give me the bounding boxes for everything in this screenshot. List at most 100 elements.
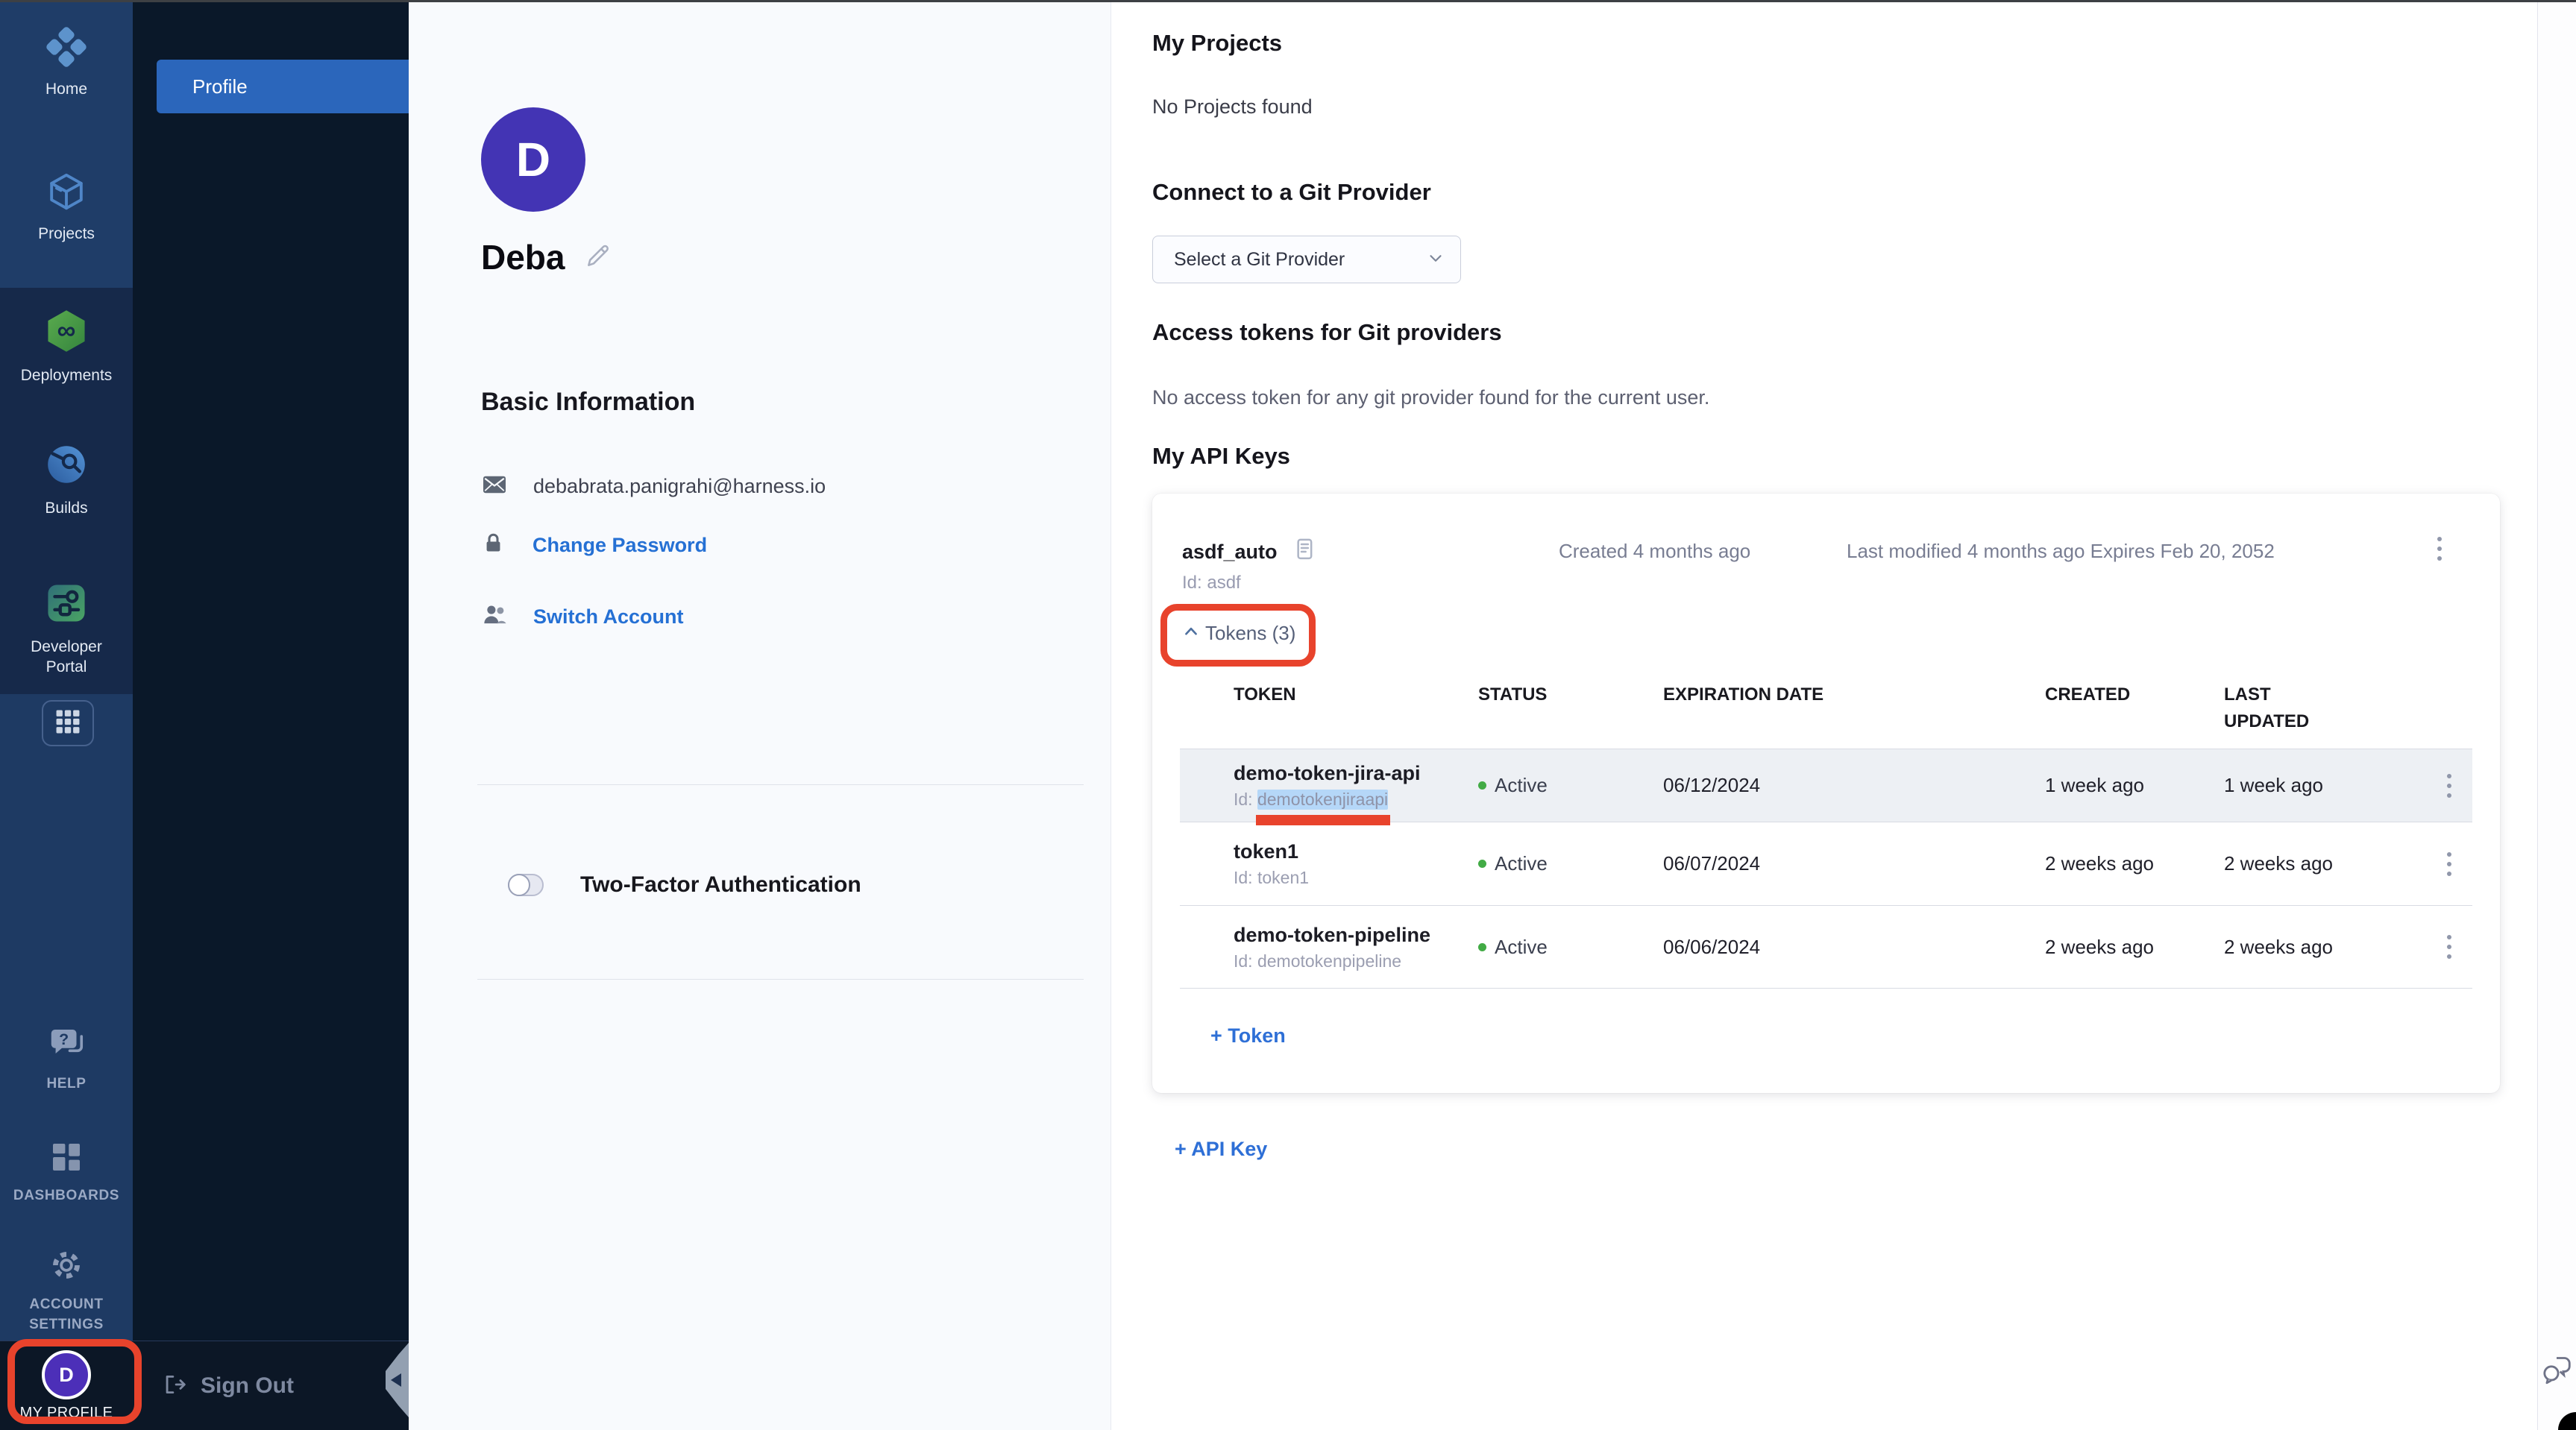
- sign-out-icon: [162, 1372, 187, 1401]
- api-key-created: Created 4 months ago: [1559, 540, 1750, 563]
- token-id-highlighted: demotokenjiraapi: [1257, 790, 1388, 810]
- token-created: 2 weeks ago: [2045, 936, 2224, 959]
- avatar-initial: D: [516, 132, 550, 187]
- svg-text:?: ?: [59, 1030, 69, 1048]
- token-status: Active: [1478, 936, 1663, 959]
- sign-out-button[interactable]: Sign Out: [162, 1341, 294, 1430]
- basic-information-title: Basic Information: [481, 388, 695, 417]
- submenu-item-profile[interactable]: Profile: [157, 60, 409, 113]
- divider: [477, 979, 1084, 980]
- token-status: Active: [1478, 852, 1663, 875]
- col-header-updated: LAST UPDATED: [2224, 681, 2336, 735]
- token-id-prefix: Id:: [1234, 868, 1257, 887]
- switch-account-link[interactable]: Switch Account: [533, 605, 684, 629]
- active-status-dot: [1478, 860, 1486, 868]
- annotation-red-underline: [1256, 815, 1390, 825]
- chevron-left-icon: [391, 1373, 401, 1387]
- token-id-prefix: Id:: [1234, 951, 1257, 971]
- projects-cube-icon: [45, 170, 88, 217]
- profile-submenu-sidebar: Profile: [133, 0, 409, 1341]
- submenu-item-label: Profile: [192, 75, 248, 98]
- sidebar-item-label: Developer Portal: [10, 637, 122, 677]
- api-keys-title: My API Keys: [1152, 443, 1290, 470]
- token-created: 2 weeks ago: [2045, 852, 2224, 875]
- token-row[interactable]: token1 Id: token1 Active 06/07/2024 2 we…: [1180, 822, 2472, 905]
- sidebar-item-label: Projects: [38, 224, 95, 244]
- sidebar-item-label: DASHBOARDS: [13, 1185, 119, 1206]
- support-chat-icon[interactable]: [2540, 1354, 2573, 1390]
- no-access-tokens-text: No access token for any git provider fou…: [1152, 386, 1709, 409]
- sidebar-item-my-profile[interactable]: D MY PROFILE: [0, 1341, 133, 1430]
- token-menu-kebab[interactable]: [2434, 769, 2464, 802]
- col-header-created: CREATED: [2045, 681, 2224, 708]
- git-provider-select[interactable]: Select a Git Provider: [1152, 236, 1461, 283]
- sidebar-item-label: HELP: [46, 1074, 86, 1094]
- harness-profile-page: Home Projects ∞ Deployments: [0, 0, 2576, 1430]
- token-updated: 1 week ago: [2224, 774, 2425, 797]
- token-expiration: 06/06/2024: [1663, 936, 2045, 959]
- sidebar-item-account-settings[interactable]: ACCOUNT SETTINGS: [0, 1247, 133, 1335]
- copy-icon[interactable]: [1289, 535, 1319, 569]
- sidebar-item-label: Builds: [45, 498, 87, 518]
- sidebar-item-developer-portal[interactable]: Developer Portal: [0, 580, 133, 677]
- col-header-status: STATUS: [1478, 681, 1663, 708]
- tokens-table: TOKEN STATUS EXPIRATION DATE CREATED LAS…: [1180, 671, 2472, 989]
- token-id-prefix: Id:: [1234, 790, 1257, 809]
- api-key-name: asdf_auto: [1182, 541, 1278, 564]
- email-icon: [481, 471, 508, 502]
- token-updated: 2 weeks ago: [2224, 852, 2425, 875]
- token-row[interactable]: demo-token-pipeline Id: demotokenpipelin…: [1180, 905, 2472, 989]
- git-provider-title: Connect to a Git Provider: [1152, 179, 1431, 206]
- change-password-link[interactable]: Change Password: [533, 534, 707, 557]
- right-gutter: [2537, 0, 2576, 1430]
- token-name: demo-token-jira-api: [1234, 761, 1478, 786]
- active-status-dot: [1478, 781, 1486, 790]
- caret-up-icon: [1182, 623, 1200, 644]
- sidebar-item-home[interactable]: Home: [0, 25, 133, 99]
- help-chat-icon: ?: [46, 1023, 87, 1067]
- active-status-dot: [1478, 943, 1486, 951]
- token-menu-kebab[interactable]: [2434, 848, 2464, 881]
- api-key-menu-kebab[interactable]: [2425, 532, 2454, 565]
- git-provider-select-value: Select a Git Provider: [1174, 249, 1345, 271]
- home-icon: [45, 25, 88, 72]
- toggle-knob: [508, 874, 530, 896]
- no-projects-text: No Projects found: [1152, 95, 1313, 119]
- my-projects-title: My Projects: [1152, 30, 1282, 57]
- gear-icon: [48, 1247, 85, 1288]
- profile-avatar[interactable]: D: [481, 107, 585, 212]
- two-factor-toggle[interactable]: [508, 874, 544, 896]
- api-key-modified: Last modified 4 months ago Expires Feb 2…: [1847, 540, 2275, 563]
- edit-name-pencil-icon[interactable]: [584, 242, 612, 274]
- tokens-table-header: TOKEN STATUS EXPIRATION DATE CREATED LAS…: [1180, 671, 2472, 749]
- sidebar-item-deployments[interactable]: ∞ Deployments: [0, 307, 133, 385]
- sidebar-item-dashboards[interactable]: DASHBOARDS: [0, 1139, 133, 1206]
- sidebar-item-label: Home: [45, 79, 87, 99]
- access-tokens-title: Access tokens for Git providers: [1152, 319, 1502, 346]
- developer-portal-icon: [43, 580, 89, 630]
- token-id: Id: demotokenpipeline: [1234, 951, 1401, 971]
- token-row[interactable]: demo-token-jira-api Id: demotokenjiraapi…: [1180, 749, 2472, 822]
- avatar: D: [42, 1350, 91, 1399]
- token-menu-kebab[interactable]: [2434, 930, 2464, 963]
- token-status: Active: [1478, 774, 1663, 797]
- token-name: demo-token-pipeline: [1234, 923, 1478, 948]
- sidebar-item-label: MY PROFILE: [20, 1405, 113, 1422]
- sidebar-item-builds[interactable]: Builds: [0, 441, 133, 518]
- builds-icon: [43, 441, 89, 491]
- svg-text:∞: ∞: [57, 317, 76, 345]
- sidebar-item-projects[interactable]: Projects: [0, 170, 133, 244]
- deployments-icon: ∞: [43, 307, 90, 359]
- add-token-button[interactable]: + Token: [1210, 1024, 1286, 1048]
- avatar-initial: D: [59, 1364, 74, 1387]
- add-api-key-button[interactable]: + API Key: [1175, 1138, 1267, 1161]
- token-created: 1 week ago: [2045, 774, 2224, 797]
- col-header-expiration: EXPIRATION DATE: [1663, 681, 2045, 708]
- token-updated: 2 weeks ago: [2224, 936, 2425, 959]
- module-picker-button[interactable]: [42, 700, 94, 746]
- user-name: Deba: [481, 237, 565, 277]
- sidebar-item-help[interactable]: ? HELP: [0, 1023, 133, 1094]
- lock-icon: [481, 531, 506, 559]
- tokens-expander-label: Tokens (3): [1205, 622, 1295, 645]
- tokens-expander[interactable]: Tokens (3): [1182, 622, 1295, 645]
